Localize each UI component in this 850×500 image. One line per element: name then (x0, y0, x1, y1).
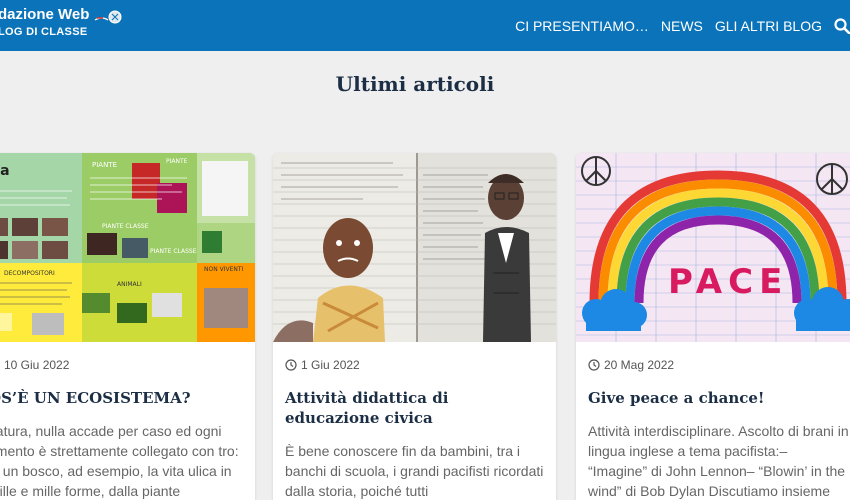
article-title[interactable]: OS’È UN ECOSISTEMA? (0, 388, 250, 408)
article-date: 1 Giu 2022 (285, 358, 360, 372)
site-header: dazione Web LOG DI CLASSE CI PRESENTIAMO… (0, 0, 850, 51)
mouse-logo-icon (94, 10, 122, 24)
article-date-text: 10 Giu 2022 (4, 358, 70, 372)
image-text: NON VIVENTI (204, 266, 244, 273)
image-text: DECOMPOSITORI (4, 270, 55, 277)
image-text: ema (0, 163, 10, 179)
nav-item-ci-presentiamo[interactable]: CI PRESENTIAMO… (515, 18, 649, 34)
article-date-text: 1 Giu 2022 (301, 358, 360, 372)
article-date-text: 20 Mag 2022 (604, 358, 675, 372)
article-card[interactable]: 1 Giu 2022 Attività didattica di educazi… (273, 153, 556, 500)
image-text: PIANTE (166, 158, 188, 165)
nav-item-gli-altri-blog[interactable]: GLI ALTRI BLOG (715, 18, 822, 34)
article-title[interactable]: Give peace a chance! (588, 388, 850, 408)
section-title: Ultimi articoli (335, 72, 495, 96)
article-excerpt: natura, nulla accade per caso ed ogni em… (0, 423, 239, 499)
article-excerpt: Attività interdisciplinare. Ascolto di b… (588, 423, 849, 499)
image-text: PACE (668, 262, 788, 302)
site-logo-subtitle[interactable]: LOG DI CLASSE (0, 26, 87, 38)
article-card[interactable]: PACE 20 Mag 2022 Give peace a chance! At… (576, 153, 850, 500)
image-text: PIANTE CLASSE (102, 223, 149, 230)
site-logo-title[interactable]: dazione Web (0, 6, 89, 23)
article-card[interactable]: ema PIANTE PIANTE PIANTE CLASSE PIANTE C… (0, 153, 255, 500)
article-thumbnail-peace[interactable]: PACE (576, 153, 850, 342)
article-date: 20 Mag 2022 (588, 358, 674, 372)
article-thumbnail-civic-education[interactable] (273, 153, 556, 342)
article-title[interactable]: Attività didattica di educazione civica (285, 388, 547, 428)
article-thumbnail-ecosystem[interactable]: ema PIANTE PIANTE PIANTE CLASSE PIANTE C… (0, 153, 255, 342)
article-date: 10 Giu 2022 (0, 358, 69, 372)
main-navigation: CI PRESENTIAMO… NEWS GLI ALTRI BLOG (515, 0, 850, 51)
image-text: PIANTE (92, 161, 117, 169)
clock-icon (588, 359, 600, 371)
clock-icon (285, 359, 297, 371)
search-icon[interactable] (834, 17, 850, 34)
image-text: PIANTE CLASSE (150, 248, 197, 255)
nav-item-news[interactable]: NEWS (661, 18, 703, 34)
image-text: ANIMALI (117, 281, 142, 288)
article-excerpt: È bene conoscere fin da bambini, tra i b… (285, 443, 544, 499)
